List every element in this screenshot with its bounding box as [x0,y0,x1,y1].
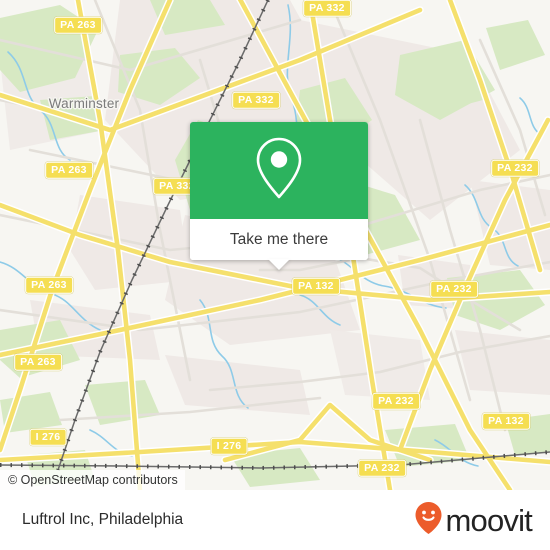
moovit-wordmark: moovit [445,502,532,538]
moovit-pin-smile-icon [414,501,443,540]
road-shield[interactable]: PA 263 [54,16,102,34]
location-pin-icon [252,135,306,206]
road-shield[interactable]: I 276 [29,428,67,446]
road-shield[interactable]: PA 332 [232,91,280,109]
road-shield[interactable]: PA 332 [303,0,351,17]
popup-footer[interactable]: Take me there [190,219,368,270]
take-me-there-label: Take me there [229,230,329,248]
road-shield[interactable]: PA 232 [491,159,539,177]
map-attribution[interactable]: © OpenStreetMap contributors [0,470,185,490]
road-shield[interactable]: PA 263 [25,276,73,294]
popup-pointer [268,259,290,270]
road-shield[interactable]: PA 232 [430,280,478,298]
location-popup[interactable]: Take me there [190,122,368,270]
footer-bar: Luftrol Inc, Philadelphia moovit [0,490,550,550]
moovit-logo[interactable]: moovit [414,501,533,540]
place-title: Luftrol Inc, Philadelphia [22,511,184,528]
map-canvas[interactable]: Warminster PA 263 PA 332 PA 332 PA 263 P… [0,0,550,490]
place-label-warminster: Warminster [48,96,120,111]
road-shield[interactable]: PA 132 [482,412,530,430]
road-shield[interactable]: PA 263 [45,161,93,179]
popup-header [190,122,368,219]
road-shield[interactable]: PA 263 [14,353,62,371]
road-shield[interactable]: PA 232 [372,392,420,410]
road-shield[interactable]: PA 232 [358,459,406,477]
road-shield[interactable]: PA 132 [292,277,340,295]
road-shield[interactable]: I 276 [210,437,248,455]
map-screenshot: Warminster PA 263 PA 332 PA 332 PA 263 P… [0,0,550,550]
